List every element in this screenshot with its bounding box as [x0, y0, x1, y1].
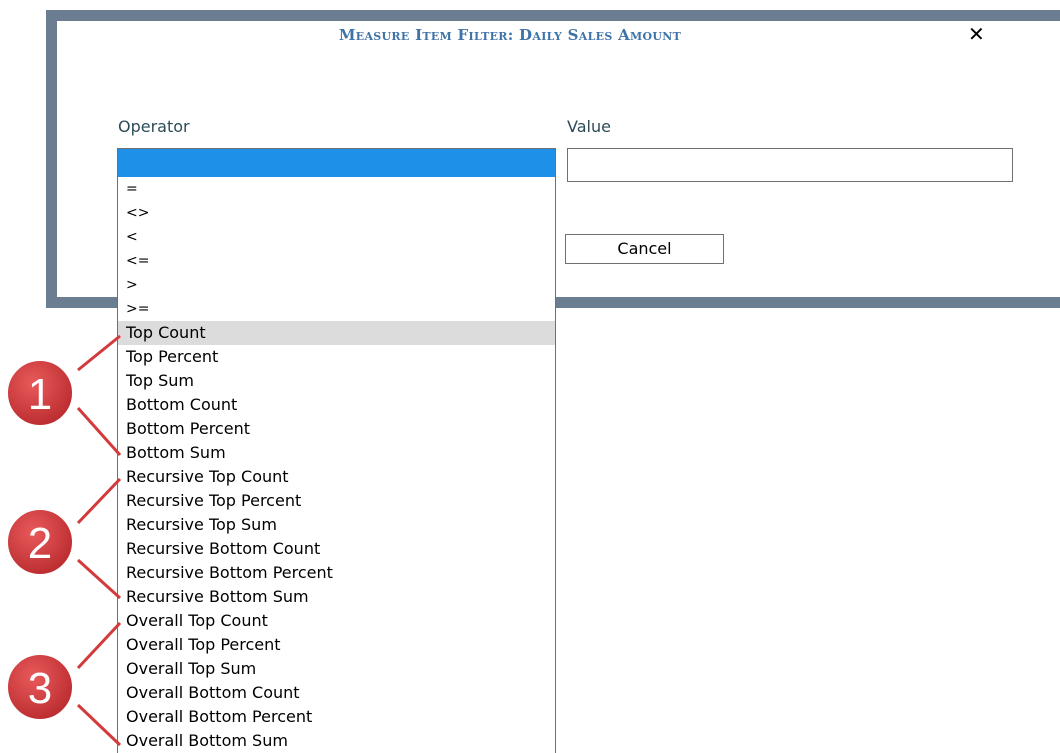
callout-1: 1: [6, 334, 122, 456]
callout-line: [77, 334, 121, 372]
callout-2: 2: [6, 477, 122, 600]
callout-line: [76, 621, 122, 670]
annotation-callouts: 1 2 3: [6, 334, 122, 747]
callout-line: [76, 703, 122, 747]
callout-line: [76, 477, 122, 525]
callout-line: [76, 407, 122, 456]
callout-number: 2: [28, 519, 52, 568]
callout-line: [76, 558, 122, 600]
callout-number: 1: [28, 370, 52, 419]
callout-number: 3: [28, 664, 52, 713]
callout-3: 3: [6, 621, 122, 747]
